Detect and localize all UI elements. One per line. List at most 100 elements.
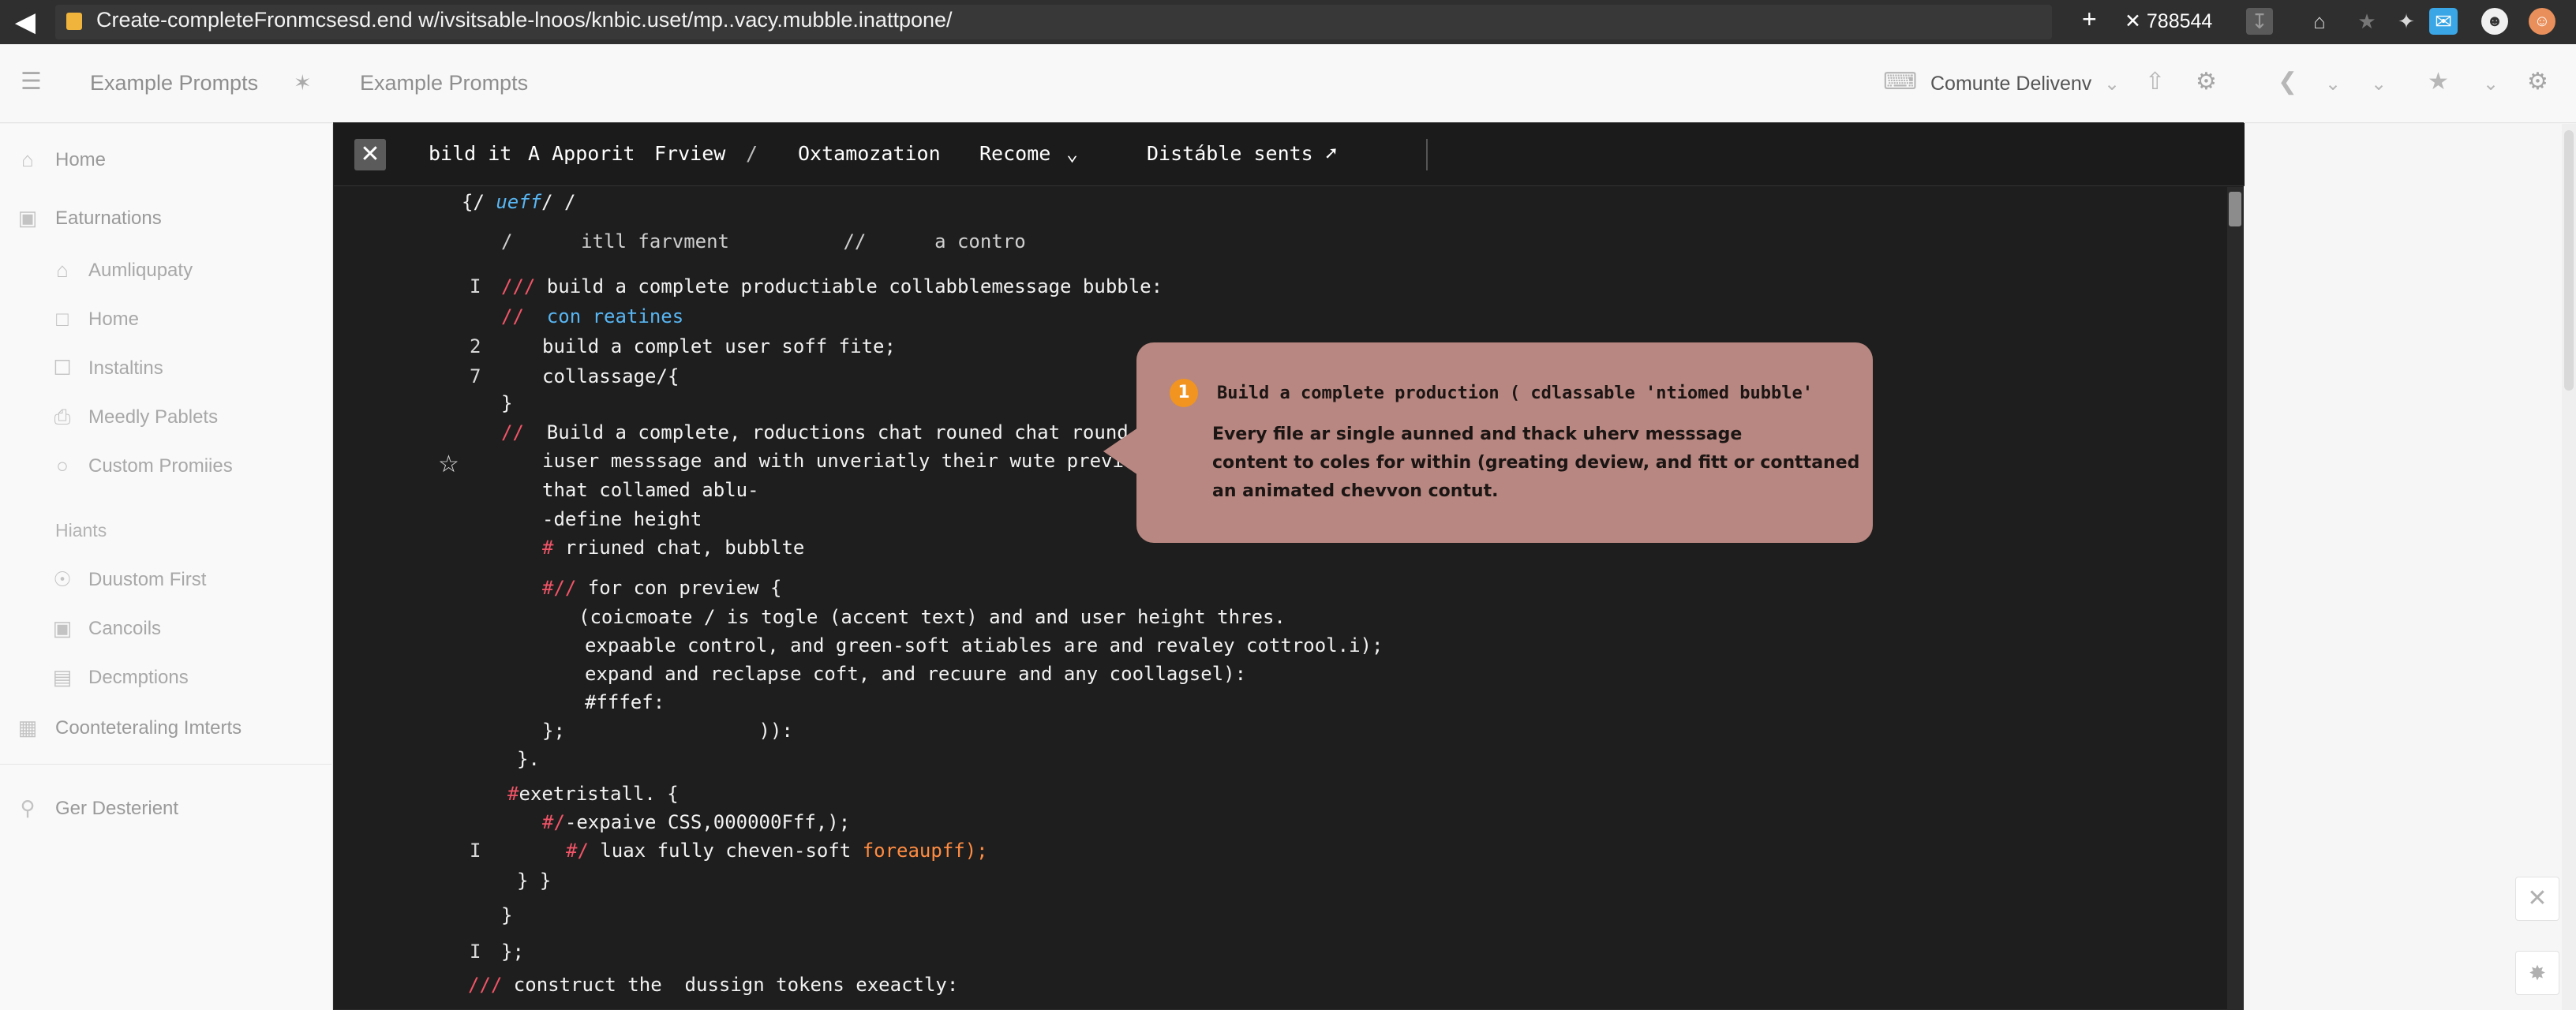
profile-face-icon[interactable]: ☻: [2481, 8, 2508, 35]
home-icon[interactable]: ⌂: [2306, 8, 2333, 35]
code-line: / itll farvment // a contro: [501, 230, 1026, 252]
toolbar-item-build[interactable]: bild it: [429, 142, 511, 165]
close-icon[interactable]: ✕: [2515, 877, 2559, 921]
sidebar-item-aumliqupaty[interactable]: ⌂ Aumliqupaty: [0, 253, 331, 288]
pin-icon[interactable]: ✦: [2393, 8, 2420, 35]
table-icon: ▦: [17, 716, 38, 739]
code-line: } }: [517, 870, 552, 892]
code-line: build a complet user soff fite;: [542, 335, 896, 357]
code-token: rriuned chat, bubblte: [553, 537, 805, 559]
document-user-icon[interactable]: ⌨: [1883, 68, 1917, 95]
code-token: ///: [501, 275, 536, 297]
chevron-down-icon[interactable]: ⌄: [2483, 73, 2499, 95]
browser-toolbar: ◀ Create-completeFronmcsesd.end w/ivsits…: [0, 0, 2576, 44]
new-tab-icon[interactable]: +: [2082, 5, 2097, 34]
sidebar-item-meedly-pablets[interactable]: ⎙ Meedly Pablets: [0, 400, 331, 435]
code-line: # rriuned chat, bubblte: [542, 537, 804, 559]
sidebar-item-label: Duustom First: [88, 569, 207, 590]
arrow-left-icon[interactable]: ◀: [11, 8, 39, 36]
square-icon: □: [56, 307, 69, 331]
sidebar-item-custom-promiies[interactable]: ○ Custom Promiies: [0, 449, 331, 484]
sidebar-item-label: Custom Promiies: [88, 455, 233, 477]
code-scrollbar[interactable]: [2227, 187, 2243, 1010]
sidebar-item-decmptions[interactable]: ▤ Decmptions: [0, 660, 331, 695]
chevron-down-icon[interactable]: ⌄: [2104, 73, 2120, 95]
code-token: //: [501, 421, 524, 443]
settings-gear-icon[interactable]: ⚙: [2527, 68, 2548, 95]
sidebar-item-home[interactable]: ⌂ Home: [0, 143, 331, 178]
sidebar-item-eaturnations[interactable]: ▣ Eaturnations: [0, 201, 331, 236]
sidebar-item-coonteteraling-imterts[interactable]: ▦ Coonteteraling Imterts: [0, 711, 331, 746]
toolbar-item-distable-sents[interactable]: Distáble sents: [1147, 142, 1313, 165]
home-icon: ⌂: [21, 148, 34, 171]
tooltip-text-line: Every file ar single aunned and thack uh…: [1212, 425, 1743, 444]
code-token: for con preview {: [576, 577, 782, 599]
tooltip-text-line: content to coles for within (greating de…: [1212, 453, 1860, 473]
code-line: #/-expaive CSS,000000Fff,);: [542, 811, 850, 833]
menu-list-icon[interactable]: ☰: [21, 68, 42, 95]
toolbar-divider: [1426, 139, 1428, 170]
settings-gear-icon[interactable]: ⚙: [2196, 68, 2217, 95]
chevron-down-icon[interactable]: ⌄: [2371, 73, 2387, 95]
breadcrumb-first[interactable]: Example Prompts: [90, 71, 258, 95]
url-text[interactable]: Create-completeFronmcsesd.end w/ivsitsab…: [96, 8, 953, 32]
close-icon[interactable]: ✕: [354, 139, 386, 170]
back-arrow-icon[interactable]: ❮: [2278, 68, 2297, 95]
code-line: #/ luax fully cheven-soft foreaupff);: [566, 840, 988, 862]
chevron-down-icon[interactable]: ⌄: [2325, 73, 2341, 95]
toolbar-item-oxtamozation[interactable]: Oxtamozation: [798, 142, 941, 165]
delivery-selector[interactable]: Comunte Delivenv: [1930, 73, 2091, 95]
code-line: }: [501, 904, 513, 926]
code-line: -define height: [542, 508, 702, 530]
sidebar-item-label: Home: [55, 149, 107, 170]
code-line: // con reatines: [501, 305, 683, 327]
page-scrollbar-thumb[interactable]: [2564, 130, 2574, 391]
code-token: {/: [462, 191, 496, 213]
sidebar-item-label: Meedly Pablets: [88, 406, 219, 428]
code-line: expaable control, and green-soft atiable…: [585, 634, 1383, 656]
code-token: #//: [542, 577, 577, 599]
chat-extension-icon[interactable]: ✉: [2429, 8, 2458, 35]
app-header: ☰ Example Prompts ✶ Example Prompts ⌨ Co…: [0, 44, 2576, 123]
sidebar-item-cancoils[interactable]: ▣ Cancoils: [0, 612, 331, 646]
sidebar-item-instaltins[interactable]: ☐ Instaltins: [0, 351, 331, 386]
star-outline-icon[interactable]: ☆: [438, 451, 459, 478]
code-line: /// build a complete productiable collab…: [501, 275, 1163, 297]
code-token: #: [507, 783, 519, 805]
sidebar-item-label: Aumliqupaty: [88, 260, 193, 281]
sidebar-item-ger-desterient[interactable]: ⚲ Ger Desterient: [0, 791, 331, 826]
code-preview-panel: ✕ bild it A Apporit Frview / Oxtamozatio…: [333, 122, 2245, 1010]
sidebar-item-duustom-first[interactable]: ☉ Duustom First: [0, 563, 331, 597]
code-line: }: [501, 392, 513, 414]
code-token: #/: [542, 811, 565, 833]
code-token: //: [501, 305, 524, 327]
user-avatar[interactable]: ☺: [2529, 8, 2555, 35]
page-favicon: [66, 13, 82, 30]
code-line: iuser messsage and with unveriatly their…: [542, 450, 1147, 472]
bookmark-star-icon[interactable]: ★: [2353, 8, 2380, 35]
pin-icon[interactable]: ✸: [2515, 951, 2559, 995]
share-icon[interactable]: ⇧: [2145, 68, 2165, 95]
step-number-badge: 1: [1170, 379, 1198, 407]
code-line: #exetristall. {: [507, 783, 679, 805]
star-icon[interactable]: ★: [2428, 68, 2449, 95]
sidebar-divider: [0, 764, 331, 765]
code-token: #: [542, 537, 554, 559]
code-token: / /: [541, 191, 576, 213]
toolbar-item-frview[interactable]: Frview: [654, 142, 725, 165]
cursor-marker: I: [470, 840, 481, 862]
toolbar-item-recome[interactable]: Recome: [979, 142, 1050, 165]
toolbar-item-apporit[interactable]: A Apporit: [528, 142, 635, 165]
download-icon[interactable]: ↧: [2246, 8, 2273, 35]
printer-icon: ⎙: [54, 405, 71, 428]
code-scrollbar-thumb[interactable]: [2229, 192, 2241, 226]
expand-icon[interactable]: ➚: [1325, 142, 1337, 165]
code-token: ///: [468, 974, 503, 996]
grid-icon: ▣: [17, 206, 38, 230]
chevron-down-icon[interactable]: ⌄: [1066, 142, 1078, 165]
code-line: // Build a complete, roductions chat rou…: [501, 421, 1129, 443]
breadcrumb-second[interactable]: Example Prompts: [360, 71, 528, 95]
sidebar-item-home-sub[interactable]: □ Home: [0, 302, 331, 337]
tab-counter[interactable]: ✕ 788544: [2125, 9, 2212, 33]
page-scrollbar[interactable]: [2562, 124, 2576, 1010]
